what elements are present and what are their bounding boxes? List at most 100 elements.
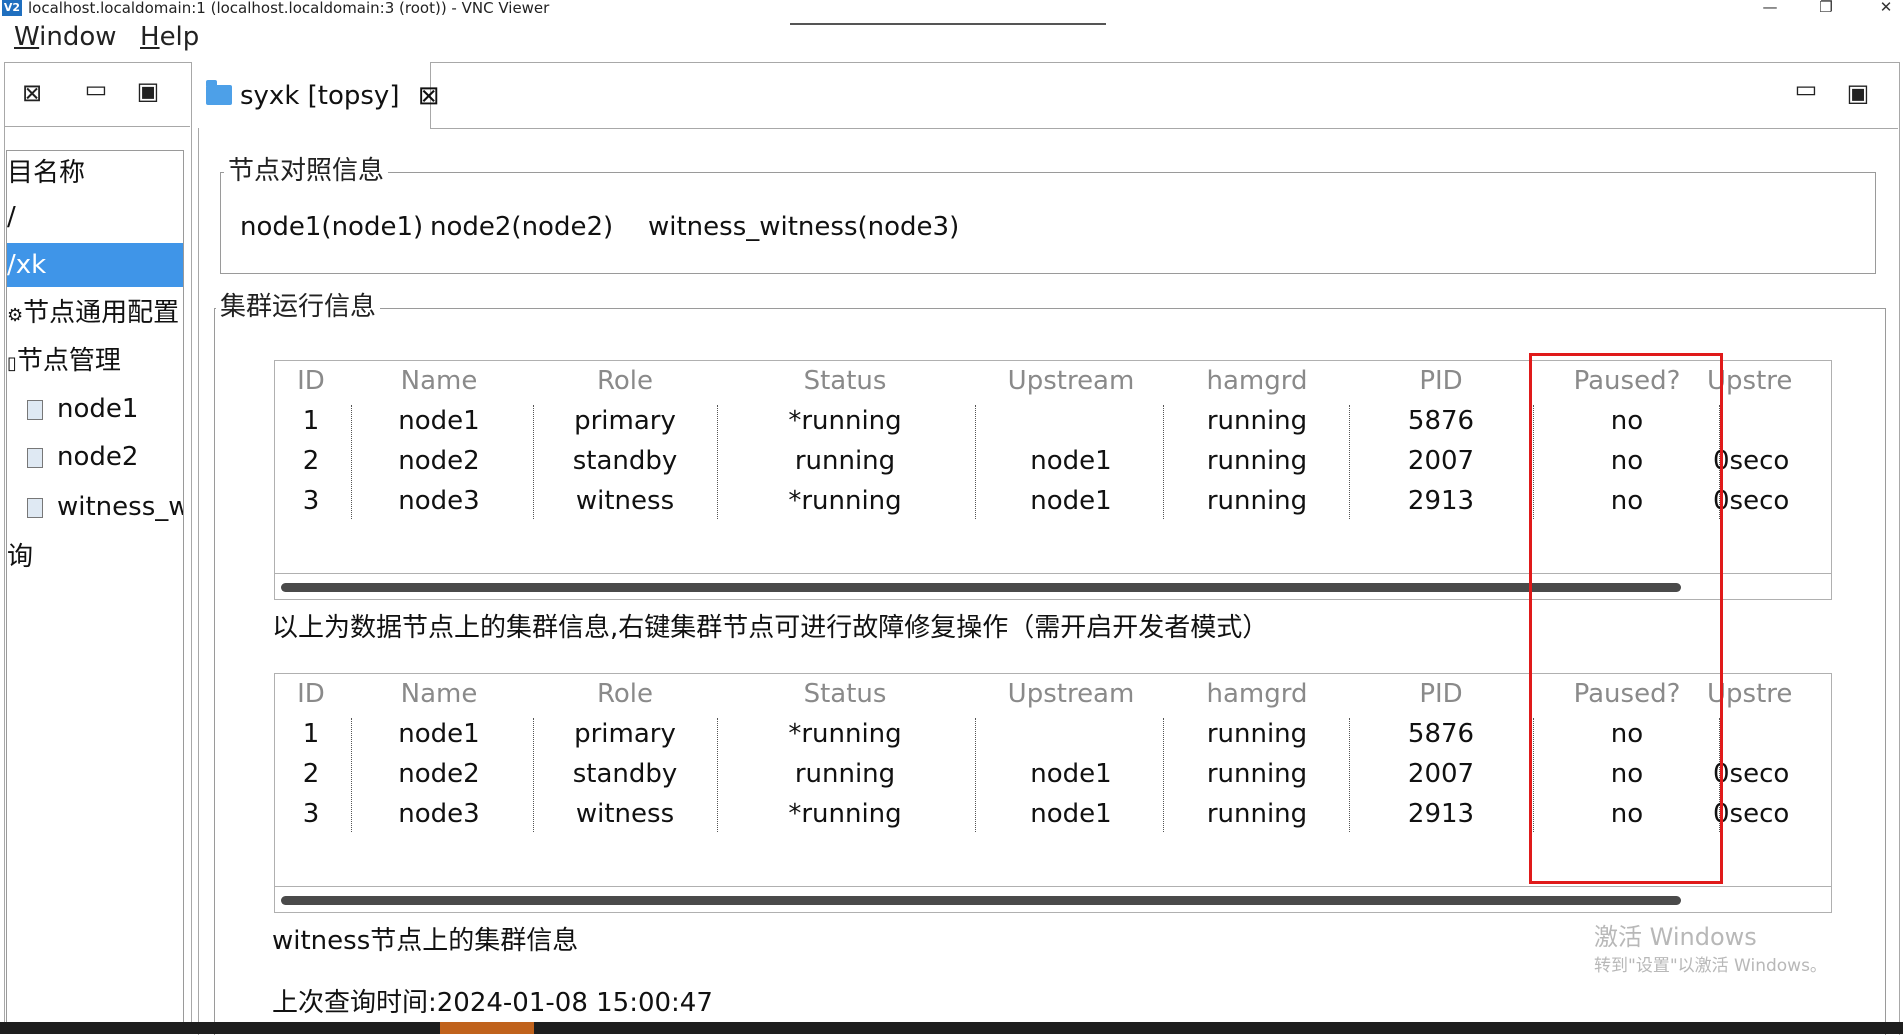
witness-header-pid[interactable]: PID: [1351, 674, 1531, 714]
tree-item-project-label: /xk: [7, 250, 47, 280]
menu-bar: Window Help: [0, 18, 1903, 56]
witness-cell-role: witness: [575, 799, 675, 829]
data-cluster-note: 以上为数据节点上的集群信息,右键集群节点可进行故障修复操作（需开启开发者模式）: [272, 613, 1269, 643]
data-cell-upstream-lag: 0seco: [1713, 446, 1790, 476]
witness-cell-upstream-lag: 0seco: [1713, 759, 1790, 789]
witness-header-upstream-lag[interactable]: Upstre: [1707, 674, 1827, 714]
project-tree: 目名称 / /xk ⚙节点通用配置 ▯节点管理 node1 node2 witn…: [6, 150, 184, 1030]
window-close-button[interactable]: ✕: [1866, 0, 1903, 16]
data-header-role[interactable]: Role: [535, 361, 715, 401]
window-restore-button[interactable]: ❐: [1806, 0, 1846, 16]
tree-item-node-manage-label: 节点管理: [16, 346, 121, 376]
data-cell-upstream: node1: [1030, 446, 1112, 476]
activation-watermark-subtitle: 转到"设置"以激活 Windows。: [1594, 956, 1827, 976]
data-cell-status: *running: [788, 486, 902, 516]
data-header-hamgrd[interactable]: hamgrd: [1167, 361, 1347, 401]
main-maximize-icon[interactable]: ▣: [1842, 78, 1874, 108]
witness-header-status[interactable]: Status: [755, 674, 935, 714]
taskbar-active-item[interactable]: [440, 1022, 534, 1034]
gear-icon: ⚙: [7, 305, 24, 326]
witness-cell-upstream-lag: 0seco: [1713, 799, 1790, 829]
menu-window-mnemonic: W: [14, 22, 40, 52]
window-titlebar: V2 localhost.localdomain:1 (localhost.lo…: [0, 0, 1903, 25]
data-cell-hamgrd: running: [1206, 406, 1308, 436]
data-cell-role: standby: [572, 446, 678, 476]
witness-cell-name: node2: [398, 759, 480, 789]
tab-close-icon[interactable]: ⊠: [418, 81, 440, 111]
data-cell-status: *running: [788, 406, 902, 436]
tab-syxk-label: syxk [topsy] ⊠: [240, 76, 440, 116]
data-header-upstream[interactable]: Upstream: [981, 361, 1161, 401]
witness-cell-role: primary: [574, 719, 676, 749]
tree-item-node-config-label: 节点通用配置: [23, 298, 180, 328]
tree-item-query-label: 询: [7, 542, 34, 572]
data-header-name[interactable]: Name: [349, 361, 529, 401]
data-header-pid[interactable]: PID: [1351, 361, 1531, 401]
data-cell-upstream: node1: [1030, 486, 1112, 516]
data-cell-pid: 5876: [1407, 406, 1475, 436]
witness-cell-upstream: node1: [1030, 799, 1112, 829]
last-query-time: 上次查询时间:2024-01-08 15:00:47: [272, 988, 713, 1018]
data-cell-hamgrd: running: [1206, 446, 1308, 476]
menu-help-mnemonic: H: [140, 22, 160, 52]
data-cell-role: primary: [574, 406, 676, 436]
data-cell-name: node3: [398, 486, 480, 516]
witness-header-role[interactable]: Role: [535, 674, 715, 714]
data-header-upstream-lag[interactable]: Upstre: [1707, 361, 1827, 401]
menu-help[interactable]: Help: [140, 18, 199, 56]
menu-window-label: indow: [39, 22, 117, 52]
witness-header-hamgrd[interactable]: hamgrd: [1167, 674, 1347, 714]
left-panel-close-icon[interactable]: ⊠: [16, 78, 48, 108]
tree-item-header: 目名称: [7, 151, 183, 195]
data-cell-name: node1: [398, 406, 480, 436]
cluster-info-title: 集群运行信息: [216, 292, 381, 322]
witness-cell-name: node3: [398, 799, 480, 829]
left-panel-minimize-icon[interactable]: ▭: [80, 74, 112, 104]
tree-item-header-label: 目名称: [7, 158, 86, 188]
tree-item-node1-label: node1: [57, 394, 139, 424]
folder-icon: [206, 80, 232, 105]
tree-item-node1[interactable]: node1: [27, 387, 183, 431]
witness-cell-status: *running: [788, 719, 902, 749]
witness-cell-pid: 2007: [1407, 759, 1475, 789]
activation-watermark-title: 激活 Windows: [1594, 923, 1757, 951]
data-cell-hamgrd: running: [1206, 486, 1308, 516]
tab-divider: [430, 128, 1898, 129]
data-scrollbar-thumb[interactable]: [281, 583, 1681, 592]
data-cell-role: witness: [575, 486, 675, 516]
vnc-app-icon: V2: [2, 0, 22, 16]
witness-cell-pid: 5876: [1407, 719, 1475, 749]
tab-syxk-title: syxk [topsy]: [240, 81, 400, 111]
menu-help-label: elp: [159, 22, 200, 52]
tree-item-query[interactable]: 询: [7, 535, 183, 579]
folder-icon: ▯: [7, 353, 17, 374]
paused-column-highlight: [1529, 353, 1723, 884]
witness-cluster-note: witness节点上的集群信息: [272, 926, 579, 956]
tree-item-node2[interactable]: node2: [27, 435, 183, 479]
witness-cell-status: running: [794, 759, 896, 789]
witness-horizontal-scrollbar[interactable]: [275, 886, 1831, 912]
tree-item-node-manage[interactable]: ▯节点管理: [7, 339, 183, 383]
witness-cell-hamgrd: running: [1206, 799, 1308, 829]
tree-item-project[interactable]: /xk: [7, 243, 183, 287]
data-cell-upstream-lag: 0seco: [1713, 486, 1790, 516]
taskbar-strip: [0, 1022, 1903, 1034]
mapping-item-witness: witness_witness(node3): [648, 212, 960, 242]
main-minimize-icon[interactable]: ▭: [1790, 74, 1822, 104]
witness-header-name[interactable]: Name: [349, 674, 529, 714]
left-panel-maximize-icon[interactable]: ▣: [132, 76, 164, 106]
witness-cell-hamgrd: running: [1206, 759, 1308, 789]
tree-item-node-config[interactable]: ⚙节点通用配置: [7, 291, 183, 335]
file-icon: [27, 497, 43, 518]
menu-window[interactable]: Window: [14, 18, 117, 56]
witness-scrollbar-thumb[interactable]: [281, 896, 1681, 905]
witness-header-upstream[interactable]: Upstream: [981, 674, 1161, 714]
data-cell-status: running: [794, 446, 896, 476]
witness-cell-role: standby: [572, 759, 678, 789]
window-minimize-button[interactable]: —: [1750, 0, 1790, 16]
data-header-status[interactable]: Status: [755, 361, 935, 401]
witness-cell-status: *running: [788, 799, 902, 829]
tree-item-root[interactable]: /: [7, 195, 183, 239]
file-icon: [27, 447, 43, 468]
tree-item-witness[interactable]: witness_w: [27, 485, 183, 529]
